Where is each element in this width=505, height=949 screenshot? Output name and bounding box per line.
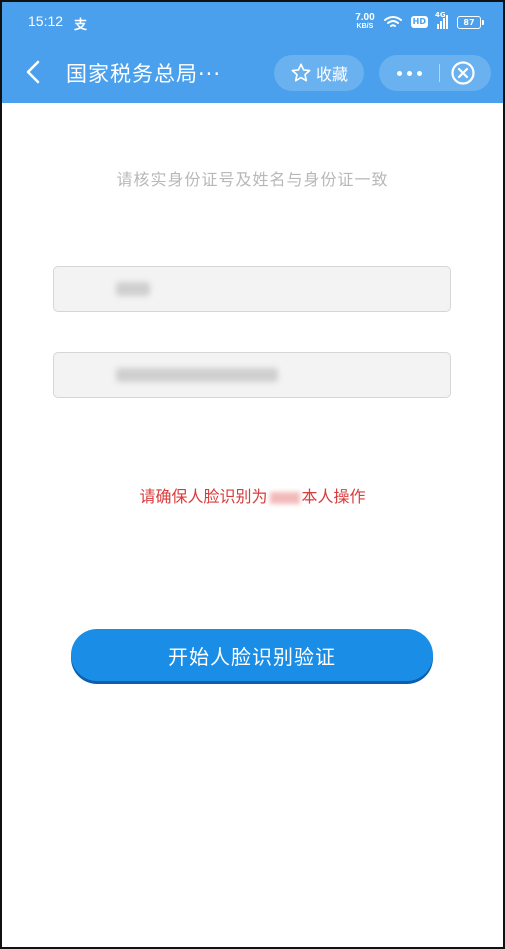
id-number-field[interactable] xyxy=(53,352,451,398)
network-type: 4G xyxy=(435,11,446,19)
battery-level: 87 xyxy=(463,17,475,27)
close-button[interactable] xyxy=(450,60,476,86)
notice-suffix: 本人操作 xyxy=(301,487,366,506)
net-speed: 7.00 KB/S xyxy=(355,13,374,31)
redacted-id-number xyxy=(116,368,278,382)
star-outline-icon xyxy=(291,63,311,82)
redacted-name xyxy=(116,282,150,296)
mini-app-capsule xyxy=(379,55,491,91)
more-button[interactable] xyxy=(379,55,439,91)
close-circle-icon xyxy=(451,61,475,85)
status-time: 15:12 xyxy=(28,13,64,29)
signal-bar xyxy=(446,15,448,29)
more-dots-icon xyxy=(406,70,412,76)
back-button[interactable] xyxy=(20,58,48,86)
more-dots-icon xyxy=(396,70,402,76)
net-speed-unit: KB/S xyxy=(356,23,374,30)
alipay-icon: 支 xyxy=(74,18,88,33)
wifi-icon xyxy=(383,16,402,27)
hd-badge: HD xyxy=(410,16,428,28)
start-face-verification-button[interactable]: 开始人脸识别验证 xyxy=(71,629,433,681)
signal-bar xyxy=(437,24,439,29)
name-field[interactable] xyxy=(53,266,451,312)
verification-hint: 请核实身份证号及姓名与身份证一致 xyxy=(116,170,389,189)
page-title: 国家税务总局··· xyxy=(66,62,222,86)
chevron-left-icon xyxy=(26,60,40,84)
status-indicators: 7.00 KB/S HD 4G 87 xyxy=(355,11,484,33)
favorite-label: 收藏 xyxy=(315,65,348,84)
redacted-person-name xyxy=(269,491,300,504)
identity-notice: 请确保人脸识别为 本人操作 xyxy=(2,483,503,507)
status-bar: 15:12 支 7.00 KB/S HD 4G 87 xyxy=(2,2,503,42)
notice-prefix: 请确保人脸识别为 xyxy=(139,487,268,506)
capsule-divider xyxy=(439,64,440,82)
signal-icon: 4G xyxy=(435,11,448,29)
title-bar: 国家税务总局··· 收藏 xyxy=(2,42,503,103)
signal-bar xyxy=(443,18,445,29)
app-frame: 15:12 支 7.00 KB/S HD 4G 87 国家税务总局··· 收藏 … xyxy=(0,0,505,949)
more-dots-icon xyxy=(416,70,422,76)
battery-icon: 87 xyxy=(457,15,484,29)
favorite-button[interactable]: 收藏 xyxy=(274,55,364,91)
net-speed-value: 7.00 xyxy=(355,12,375,23)
signal-bar xyxy=(440,21,442,29)
